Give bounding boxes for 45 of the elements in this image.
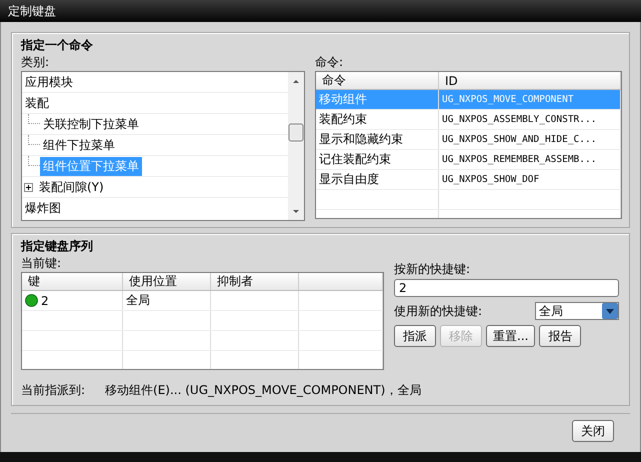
assignment-value: 移动组件(E)... (UG_NXPOS_MOVE_COMPONENT)，全局: [105, 382, 422, 399]
table-cell: UG_NXPOS_ASSEMBLY_CONSTR...: [442, 114, 596, 125]
action-button[interactable]: 指派: [394, 325, 436, 347]
assignment-label: 当前指派到:: [21, 382, 86, 399]
table-row[interactable]: 显示和隐藏约束 UG_NXPOS_SHOW_AND_HIDE_C...: [316, 130, 620, 150]
field-label: 按新的快捷键:: [394, 261, 472, 277]
table-cell: 显示和隐藏约束: [319, 132, 403, 146]
table-row[interactable]: 装配约束 UG_NXPOS_ASSEMBLY_CONSTR...: [316, 110, 620, 130]
group-title: 指定键盘序列: [21, 238, 94, 255]
action-button[interactable]: 报告: [539, 325, 582, 347]
field-label: 使用新的快捷键:: [394, 303, 482, 319]
table-cell: 2: [41, 294, 49, 308]
table-row[interactable]: 显示自由度 UG_NXPOS_SHOW_DOF: [316, 170, 620, 190]
table-row[interactable]: 记住装配约束 UG_NXPOS_REMEMBER_ASSEMB...: [316, 150, 620, 170]
tree-item[interactable]: 装配: [22, 94, 52, 112]
close-button[interactable]: 关闭: [572, 420, 614, 442]
expand-icon[interactable]: [24, 182, 33, 192]
table-cell: 移动组件: [319, 92, 367, 106]
tree-item[interactable]: 关联控制下拉菜单: [40, 114, 142, 134]
table-cell: 记住装配约束: [319, 152, 391, 166]
action-button[interactable]: 重置...: [486, 325, 536, 347]
table-cell: UG_NXPOS_SHOW_DOF: [442, 174, 540, 185]
field-label: 命令:: [315, 54, 344, 70]
table-cell: 显示自由度: [319, 172, 379, 186]
tree-item[interactable]: 爆炸图: [22, 198, 64, 218]
column-header[interactable]: 使用位置: [122, 273, 210, 290]
column-header[interactable]: ID: [438, 72, 620, 90]
window-title: 定制键盘: [0, 0, 641, 22]
tree-item[interactable]: 组件下拉菜单: [40, 136, 118, 154]
scope-dropdown[interactable]: 全局: [535, 302, 619, 320]
table-cell: 装配约束: [319, 112, 367, 126]
scrollbar[interactable]: [288, 72, 304, 220]
tree-item[interactable]: 应用模块: [22, 72, 76, 92]
group-title: 指定一个命令: [21, 37, 94, 54]
table-cell: UG_NXPOS_SHOW_AND_HIDE_C...: [442, 134, 596, 145]
table-cell: UG_NXPOS_MOVE_COMPONENT: [442, 94, 574, 105]
tree-item[interactable]: 装配间隙(Y): [36, 178, 107, 196]
field-label: 当前键:: [21, 255, 62, 271]
table-cell: 全局: [126, 293, 150, 307]
column-header[interactable]: 抑制者: [210, 273, 298, 290]
column-header[interactable]: 命令: [316, 72, 438, 90]
column-header[interactable]: 键: [22, 273, 122, 290]
field-label: 类别:: [21, 54, 50, 70]
table-cell: UG_NXPOS_REMEMBER_ASSEMB...: [442, 154, 596, 165]
shortcut-field[interactable]: 2: [394, 279, 619, 297]
